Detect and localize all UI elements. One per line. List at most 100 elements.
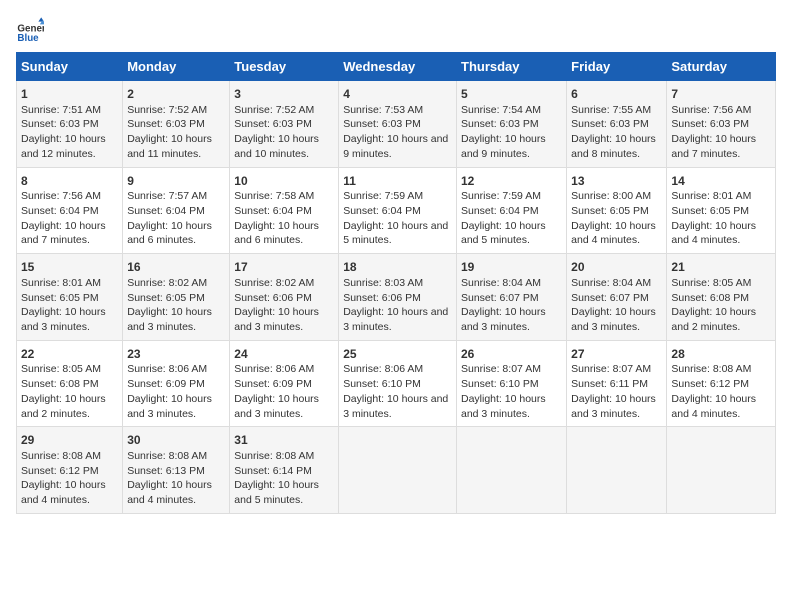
cell-daylight: Daylight: 10 hours and 3 minutes. bbox=[343, 393, 448, 420]
calendar-cell: 30Sunrise: 8:08 AMSunset: 6:13 PMDayligh… bbox=[123, 427, 230, 514]
calendar-cell: 15Sunrise: 8:01 AMSunset: 6:05 PMDayligh… bbox=[17, 254, 123, 341]
cell-sunset: Sunset: 6:09 PM bbox=[234, 378, 312, 390]
calendar-cell: 24Sunrise: 8:06 AMSunset: 6:09 PMDayligh… bbox=[230, 340, 339, 427]
cell-sunrise: Sunrise: 7:52 AM bbox=[127, 104, 207, 116]
header: General Blue bbox=[16, 16, 776, 44]
calendar-cell: 31Sunrise: 8:08 AM Sunset: 6:14 PM Dayligh… bbox=[230, 427, 339, 514]
cell-sunset: Sunset: 6:14 PM bbox=[234, 465, 312, 477]
calendar-cell: 16Sunrise: 8:02 AMSunset: 6:05 PMDayligh… bbox=[123, 254, 230, 341]
cell-daylight: Daylight: 10 hours and 11 minutes. bbox=[127, 133, 212, 160]
cell-daylight: Daylight: 10 hours and 4 minutes. bbox=[571, 220, 656, 247]
calendar-cell: 23Sunrise: 8:06 AMSunset: 6:09 PMDayligh… bbox=[123, 340, 230, 427]
col-header-tuesday: Tuesday bbox=[230, 53, 339, 81]
calendar-cell: 11Sunrise: 7:59 AMSunset: 6:04 PMDayligh… bbox=[339, 167, 457, 254]
calendar-cell: 8Sunrise: 7:56 AMSunset: 6:04 PMDaylight… bbox=[17, 167, 123, 254]
cell-day-number: 17 bbox=[234, 259, 334, 276]
calendar-cell: 20Sunrise: 8:04 AMSunset: 6:07 PMDayligh… bbox=[567, 254, 667, 341]
cell-day-number: 29 bbox=[21, 432, 118, 449]
cell-day-number: 18 bbox=[343, 259, 452, 276]
cell-daylight: Daylight: 10 hours and 3 minutes. bbox=[234, 306, 319, 333]
col-header-friday: Friday bbox=[567, 53, 667, 81]
cell-daylight: Daylight: 10 hours and 9 minutes. bbox=[343, 133, 448, 160]
cell-day-number: 24 bbox=[234, 346, 334, 363]
cell-day-number: 11 bbox=[343, 173, 452, 190]
cell-sunset: Sunset: 6:06 PM bbox=[343, 292, 421, 304]
cell-daylight: Daylight: 10 hours and 6 minutes. bbox=[127, 220, 212, 247]
calendar-cell: 22Sunrise: 8:05 AMSunset: 6:08 PMDayligh… bbox=[17, 340, 123, 427]
calendar-cell: 9Sunrise: 7:57 AMSunset: 6:04 PMDaylight… bbox=[123, 167, 230, 254]
cell-daylight: Daylight: 10 hours and 9 minutes. bbox=[461, 133, 546, 160]
cell-sunset: Sunset: 6:05 PM bbox=[671, 205, 749, 217]
calendar-cell: 17Sunrise: 8:02 AMSunset: 6:06 PMDayligh… bbox=[230, 254, 339, 341]
cell-sunset: Sunset: 6:03 PM bbox=[21, 118, 99, 130]
col-header-wednesday: Wednesday bbox=[339, 53, 457, 81]
cell-sunrise: Sunrise: 8:05 AM bbox=[671, 277, 751, 289]
cell-sunset: Sunset: 6:03 PM bbox=[343, 118, 421, 130]
cell-sunrise: Sunrise: 8:06 AM bbox=[343, 363, 423, 375]
col-header-monday: Monday bbox=[123, 53, 230, 81]
calendar-cell bbox=[667, 427, 776, 514]
cell-sunset: Sunset: 6:03 PM bbox=[571, 118, 649, 130]
cell-sunset: Sunset: 6:04 PM bbox=[21, 205, 99, 217]
cell-daylight: Daylight: 10 hours and 3 minutes. bbox=[343, 306, 448, 333]
cell-day-number: 9 bbox=[127, 173, 225, 190]
cell-sunset: Sunset: 6:03 PM bbox=[127, 118, 205, 130]
cell-sunset: Sunset: 6:05 PM bbox=[127, 292, 205, 304]
cell-daylight: Daylight: 10 hours and 3 minutes. bbox=[127, 393, 212, 420]
cell-day-number: 16 bbox=[127, 259, 225, 276]
cell-day-number: 27 bbox=[571, 346, 662, 363]
cell-sunrise: Sunrise: 8:08 AM bbox=[234, 450, 314, 462]
cell-day-number: 10 bbox=[234, 173, 334, 190]
calendar-header-row: SundayMondayTuesdayWednesdayThursdayFrid… bbox=[17, 53, 776, 81]
cell-day-number: 30 bbox=[127, 432, 225, 449]
calendar-cell: 18Sunrise: 8:03 AMSunset: 6:06 PMDayligh… bbox=[339, 254, 457, 341]
calendar-cell: 6Sunrise: 7:55 AMSunset: 6:03 PMDaylight… bbox=[567, 81, 667, 168]
cell-sunset: Sunset: 6:05 PM bbox=[571, 205, 649, 217]
calendar-cell: 14Sunrise: 8:01 AM Sunset: 6:05 PM Dayligh… bbox=[667, 167, 776, 254]
cell-sunrise: Sunrise: 8:08 AM bbox=[671, 363, 751, 375]
cell-daylight: Daylight: 10 hours and 3 minutes. bbox=[21, 306, 106, 333]
cell-sunset: Sunset: 6:04 PM bbox=[234, 205, 312, 217]
cell-day-number: 3 bbox=[234, 86, 334, 103]
cell-sunrise: Sunrise: 8:05 AM bbox=[21, 363, 101, 375]
cell-daylight: Daylight: 10 hours and 4 minutes. bbox=[127, 479, 212, 506]
cell-daylight: Daylight: 10 hours and 4 minutes. bbox=[671, 393, 756, 420]
calendar-week-row: 22Sunrise: 8:05 AMSunset: 6:08 PMDayligh… bbox=[17, 340, 776, 427]
calendar-cell: 21Sunrise: 8:05 AMSunset: 6:08 PMDayligh… bbox=[667, 254, 776, 341]
cell-day-number: 12 bbox=[461, 173, 562, 190]
cell-daylight: Daylight: 10 hours and 7 minutes. bbox=[21, 220, 106, 247]
calendar-cell bbox=[567, 427, 667, 514]
cell-day-number: 23 bbox=[127, 346, 225, 363]
cell-daylight: Daylight: 10 hours and 5 minutes. bbox=[461, 220, 546, 247]
calendar-cell: 26Sunrise: 8:07 AMSunset: 6:10 PMDayligh… bbox=[457, 340, 567, 427]
cell-daylight: Daylight: 10 hours and 3 minutes. bbox=[127, 306, 212, 333]
calendar-week-row: 1Sunrise: 7:51 AMSunset: 6:03 PMDaylight… bbox=[17, 81, 776, 168]
cell-sunset: Sunset: 6:05 PM bbox=[21, 292, 99, 304]
cell-sunrise: Sunrise: 7:53 AM bbox=[343, 104, 423, 116]
cell-sunset: Sunset: 6:04 PM bbox=[343, 205, 421, 217]
cell-sunset: Sunset: 6:13 PM bbox=[127, 465, 205, 477]
cell-sunset: Sunset: 6:07 PM bbox=[461, 292, 539, 304]
cell-sunrise: Sunrise: 7:51 AM bbox=[21, 104, 101, 116]
cell-daylight: Daylight: 10 hours and 5 minutes. bbox=[234, 479, 319, 506]
cell-sunrise: Sunrise: 8:08 AM bbox=[21, 450, 101, 462]
cell-sunrise: Sunrise: 7:58 AM bbox=[234, 190, 314, 202]
cell-sunrise: Sunrise: 8:07 AM bbox=[461, 363, 541, 375]
col-header-sunday: Sunday bbox=[17, 53, 123, 81]
cell-day-number: 6 bbox=[571, 86, 662, 103]
cell-day-number: 31 bbox=[234, 432, 334, 449]
calendar-cell: 5Sunrise: 7:54 AMSunset: 6:03 PMDaylight… bbox=[457, 81, 567, 168]
cell-day-number: 7 bbox=[671, 86, 771, 103]
cell-sunrise: Sunrise: 8:04 AM bbox=[461, 277, 541, 289]
col-header-thursday: Thursday bbox=[457, 53, 567, 81]
cell-sunrise: Sunrise: 8:01 AM bbox=[671, 190, 751, 202]
cell-sunset: Sunset: 6:03 PM bbox=[234, 118, 312, 130]
cell-sunrise: Sunrise: 8:01 AM bbox=[21, 277, 101, 289]
cell-day-number: 14 bbox=[671, 173, 771, 190]
cell-day-number: 20 bbox=[571, 259, 662, 276]
cell-daylight: Daylight: 10 hours and 3 minutes. bbox=[234, 393, 319, 420]
cell-daylight: Daylight: 10 hours and 5 minutes. bbox=[343, 220, 448, 247]
cell-daylight: Daylight: 10 hours and 7 minutes. bbox=[671, 133, 756, 160]
cell-daylight: Daylight: 10 hours and 4 minutes. bbox=[671, 220, 756, 247]
cell-sunrise: Sunrise: 8:04 AM bbox=[571, 277, 651, 289]
